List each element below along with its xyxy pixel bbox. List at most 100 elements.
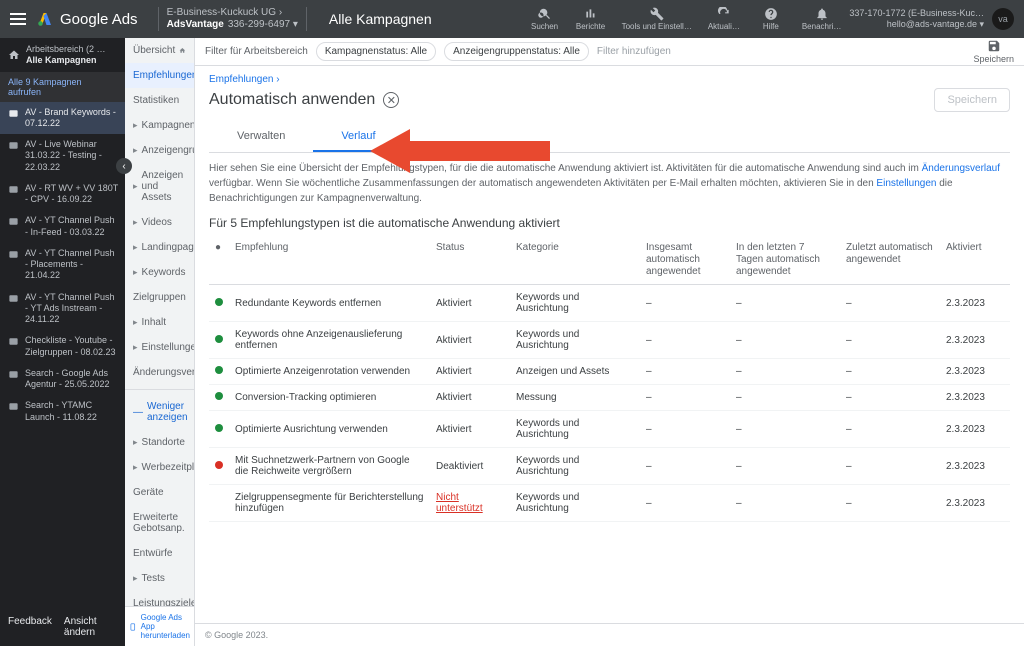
cell-recommendation: Keywords ohne Anzeigenauslieferung entfe… [229, 322, 430, 359]
save-button[interactable]: Speichern [934, 88, 1010, 112]
campaign-item[interactable]: AV - Brand Keywords - 07.12.22 [0, 102, 125, 135]
status-dot [215, 461, 223, 469]
nav-item[interactable]: ▸Kampagnen [125, 113, 194, 138]
nav-item[interactable]: Statistiken [125, 88, 194, 113]
chevron-right-icon: ▸ [133, 242, 138, 253]
cell-activated: 2.3.2023 [940, 485, 1010, 522]
nav-item[interactable]: ▸Anzeigen und Assets [125, 163, 194, 210]
campaign-item[interactable]: Search - YTAMC Launch - 11.08.22 [0, 395, 125, 428]
search-button[interactable]: Suchen [530, 7, 560, 32]
all-campaigns-link[interactable]: Alle 9 Kampagnen aufrufen [0, 72, 125, 102]
link-settings[interactable]: Einstellungen [876, 178, 936, 189]
cell-activated: 2.3.2023 [940, 411, 1010, 448]
col-category[interactable]: Kategorie [510, 236, 640, 285]
avatar[interactable]: va [992, 8, 1014, 30]
reports-button[interactable]: Berichte [576, 7, 606, 32]
nav-item[interactable]: ▸Landingpages [125, 235, 194, 260]
nav-item[interactable]: Zielgruppen [125, 285, 194, 310]
cell-last-applied: – [840, 448, 940, 485]
campaign-rail: Arbeitsbereich (2 … Alle Kampagnen Alle … [0, 38, 125, 646]
help-button[interactable]: Hilfe [756, 7, 786, 32]
cell-last-applied: – [840, 322, 940, 359]
account-path[interactable]: E-Business-Kuckuck UG › AdsVantage336-29… [167, 7, 298, 31]
cell-status: Aktiviert [430, 411, 510, 448]
section-nav: ÜbersichtEmpfehlungenStatistiken▸Kampagn… [125, 38, 195, 646]
col-last-applied[interactable]: Zuletzt automatisch angewendet [840, 236, 940, 285]
nav-item[interactable]: ▸Keywords [125, 260, 194, 285]
nav-item[interactable]: Übersicht [125, 38, 194, 63]
brand-name: Google Ads [60, 11, 138, 28]
table-row[interactable]: Optimierte Anzeigenrotation verwendenAkt… [209, 359, 1010, 385]
campaign-label: AV - YT Channel Push - Placements - 21.0… [25, 248, 119, 282]
cell-total: – [640, 322, 730, 359]
nav-item[interactable]: ▸Werbezeitplaner [125, 455, 194, 480]
table-row[interactable]: Mit Suchnetzwerk-Partnern von Google die… [209, 448, 1010, 485]
home-icon [8, 49, 20, 61]
divider [306, 7, 307, 31]
collapse-button[interactable]: ‹ [116, 158, 132, 174]
tools-button[interactable]: Tools und Einstell… [622, 7, 692, 32]
nav-item[interactable]: Empfehlungen [125, 63, 194, 88]
app-promo[interactable]: Google Ads Appherunterladen [125, 606, 195, 646]
campaign-item[interactable]: Checkliste - Youtube - Zielgruppen - 08.… [0, 330, 125, 363]
filter-chip-campaign-status[interactable]: Kampagnenstatus: Alle [316, 42, 436, 61]
campaign-item[interactable]: AV - RT WV + VV 180T - CPV - 16.09.22 [0, 178, 125, 211]
nav-item[interactable]: Geräte [125, 480, 194, 505]
col-total[interactable]: Insgesamt automatisch angewendet [640, 236, 730, 285]
cell-category: Keywords und Ausrichtung [510, 448, 640, 485]
cell-recommendation: Optimierte Anzeigenrotation verwenden [229, 359, 430, 385]
campaign-item[interactable]: AV - YT Channel Push - YT Ads Instream -… [0, 287, 125, 331]
nav-label: Erweiterte Gebotsanp. [133, 512, 186, 534]
notifications-button[interactable]: Benachri… [802, 7, 842, 32]
chevron-right-icon: ▸ [133, 145, 138, 156]
campaign-item[interactable]: AV - YT Channel Push - Placements - 21.0… [0, 243, 125, 287]
campaign-item[interactable]: AV - YT Channel Push - In-Feed - 03.03.2… [0, 210, 125, 243]
cell-activated: 2.3.2023 [940, 359, 1010, 385]
link-change-history[interactable]: Änderungsverlauf [922, 163, 1000, 174]
account-id: 336-299-6497 ▾ [228, 19, 298, 30]
cell-status: Nicht unterstützt [430, 485, 510, 522]
save-filters[interactable]: Speichern [973, 39, 1014, 64]
refresh-button[interactable]: Aktuali… [708, 7, 740, 32]
workspace-selector[interactable]: Arbeitsbereich (2 … Alle Kampagnen [0, 38, 125, 72]
contact-block[interactable]: 337-170-1772 (E-Business-Kuc… hello@ads-… [849, 8, 984, 30]
add-filter[interactable]: Filter hinzufügen [597, 46, 671, 57]
nav-item[interactable]: ▸Tests [125, 566, 194, 591]
campaign-item[interactable]: Search - Google Ads Agentur - 25.05.2022 [0, 363, 125, 396]
menu-icon[interactable] [10, 13, 26, 25]
tab-history[interactable]: Verlauf [313, 122, 403, 152]
campaign-item[interactable]: AV - Live Webinar 31.03.22 - Testing - 2… [0, 134, 125, 178]
cell-status: Aktiviert [430, 385, 510, 411]
cell-last7: – [730, 411, 840, 448]
col-last7[interactable]: In den letzten 7 Tagen automatisch angew… [730, 236, 840, 285]
filter-chip-adgroup-status[interactable]: Anzeigengruppenstatus: Alle [444, 42, 589, 61]
nav-item[interactable]: Änderungsverlauf [125, 360, 194, 385]
chevron-right-icon: ▸ [133, 181, 138, 192]
cell-recommendation: Redundante Keywords entfernen [229, 285, 430, 322]
nav-item[interactable]: ▸Inhalt [125, 310, 194, 335]
nav-item[interactable]: ▸Standorte [125, 430, 194, 455]
mobile-icon [129, 621, 137, 633]
nav-item[interactable]: ▸Videos [125, 210, 194, 235]
change-view-link[interactable]: Ansicht ändern [64, 616, 117, 638]
campaign-icon [8, 249, 19, 260]
table-row[interactable]: Redundante Keywords entfernenAktiviertKe… [209, 285, 1010, 322]
table-row[interactable]: Zielgruppensegmente für Berichterstellun… [209, 485, 1010, 522]
col-status[interactable]: Status [430, 236, 510, 285]
nav-item[interactable]: ▸Einstellungen [125, 335, 194, 360]
status-dot [215, 335, 223, 343]
table-row[interactable]: Optimierte Ausrichtung verwendenAktivier… [209, 411, 1010, 448]
close-icon[interactable]: ✕ [383, 92, 399, 108]
nav-item[interactable]: Erweiterte Gebotsanp. [125, 505, 194, 541]
table-row[interactable]: Keywords ohne Anzeigenauslieferung entfe… [209, 322, 1010, 359]
nav-show-less[interactable]: — Weniger anzeigen [125, 394, 194, 430]
table-row[interactable]: Conversion-Tracking optimierenAktiviertM… [209, 385, 1010, 411]
nav-item[interactable]: Entwürfe [125, 541, 194, 566]
col-recommendation[interactable]: Empfehlung [229, 236, 430, 285]
breadcrumb[interactable]: Empfehlungen › [209, 74, 1010, 85]
nav-item[interactable]: ▸Anzeigengruppen [125, 138, 194, 163]
col-activated[interactable]: Aktiviert [940, 236, 1010, 285]
cell-total: – [640, 285, 730, 322]
tab-manage[interactable]: Verwalten [209, 122, 313, 152]
feedback-link[interactable]: Feedback [8, 616, 52, 638]
